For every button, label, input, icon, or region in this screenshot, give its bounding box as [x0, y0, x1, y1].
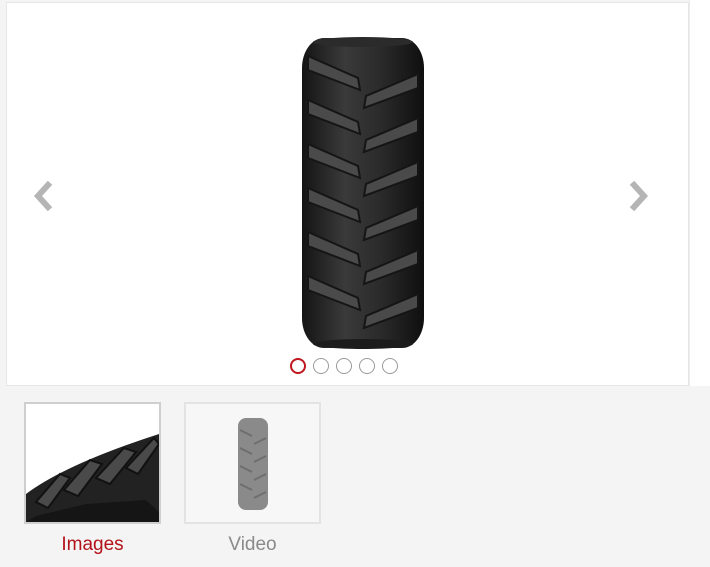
- slide-dot-5[interactable]: [382, 358, 398, 374]
- media-tabs: Images Video: [0, 386, 710, 567]
- chevron-left-icon: [33, 181, 53, 211]
- tire-main-image: [296, 34, 430, 352]
- images-thumbnail[interactable]: [24, 402, 161, 524]
- tire-closeup-image: [26, 404, 159, 522]
- slide-dot-1[interactable]: [290, 358, 306, 374]
- next-arrow-button[interactable]: [622, 176, 656, 216]
- slide-dot-4[interactable]: [359, 358, 375, 374]
- slide-dot-2[interactable]: [313, 358, 329, 374]
- tab-images[interactable]: Images: [24, 534, 161, 556]
- tab-video[interactable]: Video: [184, 534, 321, 556]
- slide-pagination: [290, 357, 398, 375]
- video-thumbnail[interactable]: [184, 402, 321, 524]
- prev-arrow-button[interactable]: [26, 176, 60, 216]
- viewer-edge: [689, 0, 710, 386]
- chevron-right-icon: [629, 181, 649, 211]
- tire-video-image: [186, 404, 319, 522]
- slide-dot-3[interactable]: [336, 358, 352, 374]
